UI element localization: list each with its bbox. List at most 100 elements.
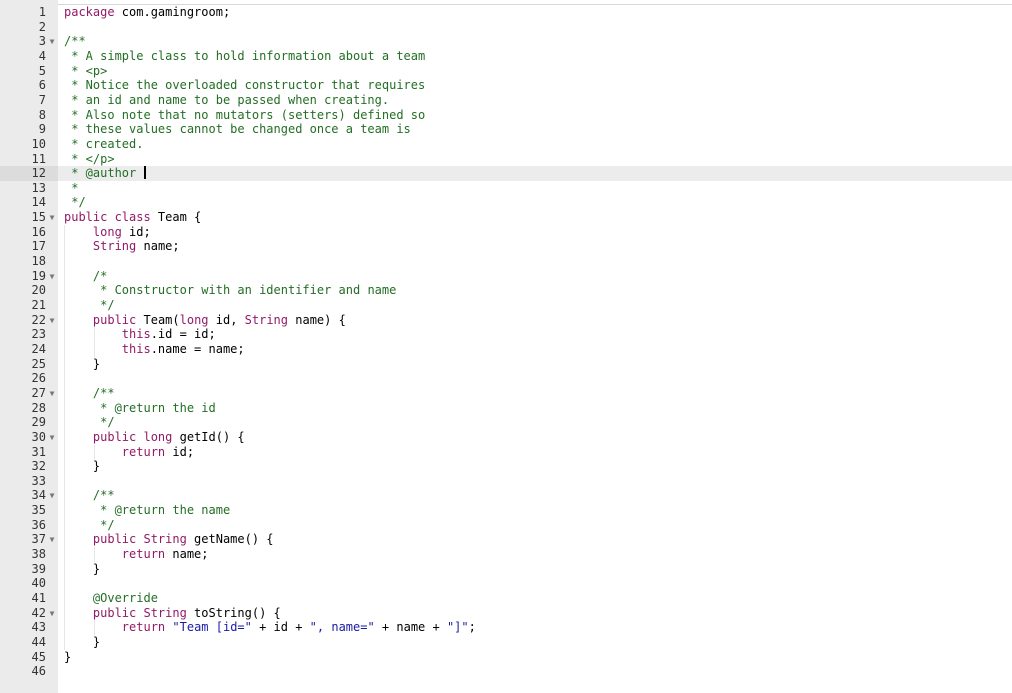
code-line[interactable]: 18	[0, 254, 1012, 269]
code-line[interactable]: 44 }	[0, 635, 1012, 650]
code-token: * @return the id	[92, 400, 216, 415]
code-line[interactable]: 33	[0, 474, 1012, 489]
code-token: */	[92, 517, 115, 532]
code-text: package com.gamingroom;	[64, 5, 230, 20]
line-number: 16	[31, 224, 46, 239]
code-token: }	[64, 459, 101, 474]
code-line[interactable]: 34 ▼ /**	[0, 488, 1012, 503]
line-number: 32	[31, 459, 46, 474]
code-line[interactable]: 42 ▼ public String toString() {	[0, 606, 1012, 621]
fold-arrow-icon[interactable]: ▼	[47, 430, 57, 445]
code-line[interactable]: 37 ▼ public String getName() {	[0, 532, 1012, 547]
code-line[interactable]: 20 * Constructor with an identifier and …	[0, 283, 1012, 298]
code-line[interactable]: 45}	[0, 650, 1012, 665]
fold-arrow-icon[interactable]: ▼	[47, 386, 57, 401]
code-text: * <p>	[64, 64, 107, 79]
code-line[interactable]: 2	[0, 20, 1012, 35]
code-text: return name;	[64, 547, 209, 562]
line-number: 27	[31, 385, 46, 400]
code-line[interactable]: 13 *	[0, 181, 1012, 196]
line-number: 1	[38, 5, 46, 19]
code-line[interactable]: 19 ▼ /*	[0, 269, 1012, 284]
code-line[interactable]: 4 * A simple class to hold information a…	[0, 49, 1012, 64]
code-line[interactable]: 9 * these values cannot be changed once …	[0, 122, 1012, 137]
code-line[interactable]: 43 return "Team [id=" + id + ", name=" +…	[0, 620, 1012, 635]
code-token: long	[92, 224, 122, 239]
code-line[interactable]: 17 String name;	[0, 239, 1012, 254]
code-line[interactable]: 10 * created.	[0, 137, 1012, 152]
code-token: public String	[92, 532, 187, 547]
code-token: */	[92, 415, 115, 430]
code-line[interactable]: 23 this.id = id;	[0, 327, 1012, 342]
code-token: getId() {	[172, 429, 245, 444]
code-token: return	[121, 444, 166, 459]
line-number: 20	[31, 283, 46, 298]
line-number: 23	[31, 327, 46, 342]
code-line[interactable]: 38 return name;	[0, 547, 1012, 562]
code-token: * created.	[64, 136, 144, 151]
code-line[interactable]: 8 * Also note that no mutators (setters)…	[0, 108, 1012, 123]
code-line[interactable]: 35 * @return the name	[0, 503, 1012, 518]
code-line[interactable]: 28 * @return the id	[0, 401, 1012, 416]
code-line[interactable]: 36 */	[0, 518, 1012, 533]
code-line[interactable]: 39 }	[0, 562, 1012, 577]
code-line[interactable]: 12 * @author	[0, 166, 1012, 181]
code-line[interactable]: 24 this.name = name;	[0, 342, 1012, 357]
fold-arrow-icon[interactable]: ▼	[47, 210, 57, 225]
code-token: Team(	[136, 312, 180, 327]
code-text: String name;	[64, 239, 180, 254]
code-line[interactable]: 22 ▼ public Team(long id, String name) {	[0, 313, 1012, 328]
line-number: 21	[31, 298, 46, 312]
code-line[interactable]: 21 */	[0, 298, 1012, 313]
code-line[interactable]: 6 * Notice the overloaded constructor th…	[0, 78, 1012, 93]
code-token: * A simple class to hold information abo…	[64, 48, 426, 63]
code-line[interactable]: 3 ▼ /**	[0, 34, 1012, 49]
line-number: 17	[31, 239, 46, 254]
code-token: * <p>	[64, 63, 108, 78]
code-line[interactable]: 5 * <p>	[0, 64, 1012, 79]
code-token: this	[121, 341, 151, 356]
fold-arrow-icon[interactable]: ▼	[47, 34, 57, 49]
fold-arrow-icon[interactable]: ▼	[47, 313, 57, 328]
fold-arrow-icon[interactable]: ▼	[47, 488, 57, 503]
code-text: * these values cannot be changed once a …	[64, 122, 411, 137]
code-text: public String getName() {	[64, 532, 274, 547]
code-token: public long	[92, 429, 173, 444]
fold-arrow-icon[interactable]: ▼	[47, 532, 57, 547]
fold-arrow-icon[interactable]: ▼	[47, 269, 57, 284]
code-line[interactable]: 40	[0, 576, 1012, 591]
code-line[interactable]: 29 */	[0, 415, 1012, 430]
code-text: return "Team [id=" + id + ", name=" + na…	[64, 620, 476, 635]
code-line[interactable]: 7 * an id and name to be passed when cre…	[0, 93, 1012, 108]
code-line[interactable]: 15 ▼ public class Team {	[0, 210, 1012, 225]
fold-arrow-icon[interactable]: ▼	[47, 606, 57, 621]
code-token: name;	[165, 547, 209, 562]
code-token: * these values cannot be changed once a …	[64, 122, 411, 137]
code-editor[interactable]: 1 package com.gamingroom; 2 3 ▼/** 4 * A simp…	[0, 0, 1012, 693]
code-line[interactable]: 11 * </p>	[0, 152, 1012, 167]
code-text: * Constructor with an identifier and nam…	[64, 283, 396, 298]
code-line[interactable]: 30 ▼ public long getId() {	[0, 430, 1012, 445]
code-line[interactable]: 46	[0, 664, 1012, 679]
code-token: getName() {	[186, 532, 274, 547]
line-number: 12	[31, 166, 46, 181]
line-number: 37	[31, 532, 46, 547]
code-line[interactable]: 27 ▼ /**	[0, 386, 1012, 401]
code-line[interactable]: 25 }	[0, 357, 1012, 372]
code-token: /**	[92, 385, 115, 400]
code-line[interactable]: 16 long id;	[0, 225, 1012, 240]
code-line[interactable]: 32 }	[0, 459, 1012, 474]
code-line[interactable]: 14 */	[0, 195, 1012, 210]
code-text: /**	[64, 488, 115, 503]
code-text: }	[64, 357, 100, 372]
code-line[interactable]: 1 package com.gamingroom;	[0, 5, 1012, 20]
line-number: 18	[31, 254, 46, 269]
code-text: public class Team {	[64, 210, 201, 225]
code-line[interactable]: 26	[0, 371, 1012, 386]
code-line[interactable]: 41 @Override	[0, 591, 1012, 606]
code-line[interactable]: 31 return id;	[0, 445, 1012, 460]
